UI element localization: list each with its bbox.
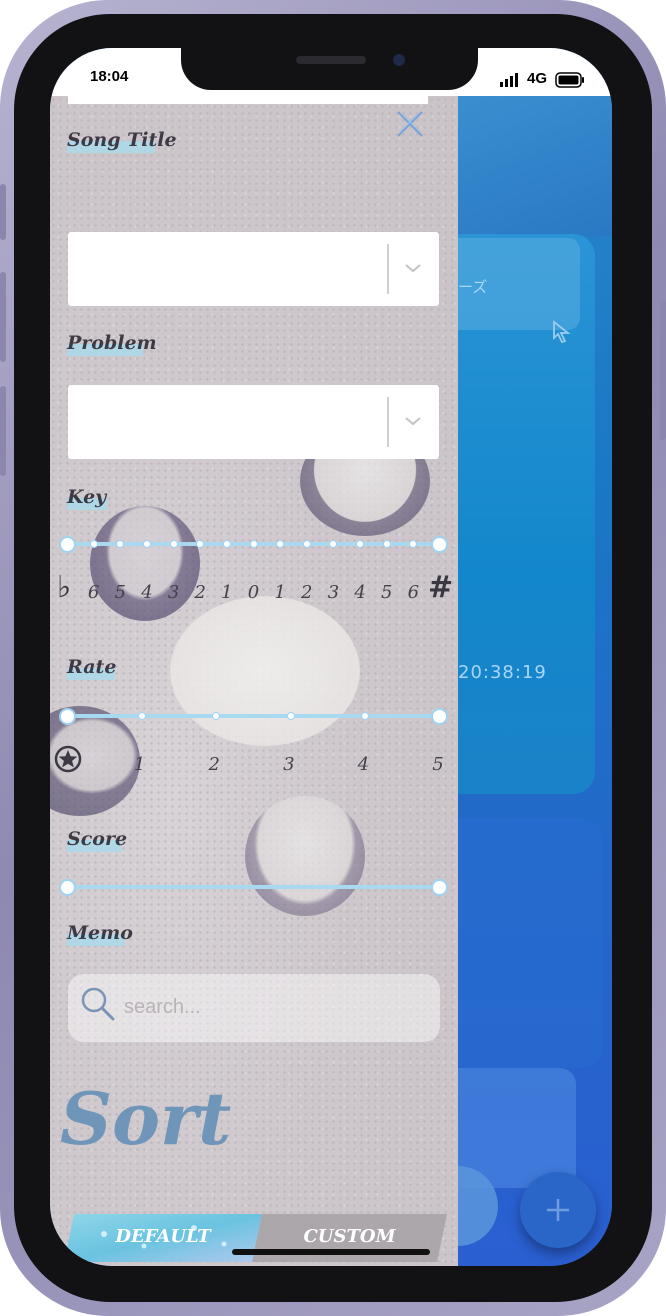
shell-decoration <box>170 596 360 746</box>
problem-select[interactable] <box>68 385 439 459</box>
memo-label: Memo <box>67 922 133 946</box>
notch <box>181 48 478 90</box>
key-slider-step[interactable] <box>222 540 231 548</box>
key-slider-step[interactable] <box>382 540 391 548</box>
background-card-2[interactable] <box>458 818 603 1068</box>
chevron-down-icon <box>405 417 421 426</box>
rate-tick-label: 5 <box>432 754 444 775</box>
key-slider-step[interactable] <box>89 540 98 548</box>
rate-tick-label: 4 <box>357 754 370 775</box>
key-slider-max-handle[interactable] <box>431 536 448 553</box>
key-tick-label: 4 <box>354 582 366 603</box>
rate-tick-label: 2 <box>208 754 220 775</box>
key-tick-label: 4 <box>141 582 153 603</box>
memo-search-input[interactable]: search... <box>68 974 440 1042</box>
volume-up-button <box>0 272 6 362</box>
rate-slider-min-handle[interactable] <box>59 708 76 725</box>
sharp-symbol: # <box>428 570 454 605</box>
rate-slider-step[interactable] <box>286 712 295 720</box>
chevron-down-icon <box>405 264 421 273</box>
song-title-select[interactable] <box>68 232 439 306</box>
key-slider-step[interactable] <box>249 540 258 548</box>
key-tick-label: 0 <box>247 582 260 603</box>
volume-down-button <box>0 386 6 476</box>
problem-label: Problem <box>67 332 157 356</box>
search-icon <box>81 987 115 1021</box>
key-slider-step[interactable] <box>142 540 151 548</box>
background-card-text: ーズ <box>458 278 488 296</box>
status-time: 18:04 <box>90 68 129 85</box>
key-tick-label: 2 <box>301 582 313 603</box>
score-slider-track[interactable] <box>67 885 440 889</box>
sort-default-button[interactable]: DEFAULT <box>64 1214 262 1262</box>
score-slider-min-handle[interactable] <box>59 879 76 896</box>
sort-custom-label: CUSTOM <box>303 1226 396 1247</box>
cursor-icon <box>553 320 571 344</box>
song-title-label: Song Title <box>67 129 177 153</box>
key-tick-label: 1 <box>274 582 286 603</box>
sort-default-label: DEFAULT <box>115 1226 211 1247</box>
key-tick-label: 3 <box>327 582 340 603</box>
key-tick-label: 2 <box>194 582 206 603</box>
key-label: Key <box>67 486 107 510</box>
sort-title: Sort <box>60 1076 232 1161</box>
star-icon <box>54 745 82 773</box>
key-tick-label: 6 <box>407 582 420 603</box>
key-slider-min-handle[interactable] <box>59 536 76 553</box>
rate-slider-track[interactable] <box>67 714 440 718</box>
rate-tick-label: 1 <box>133 754 146 775</box>
plus-icon <box>547 1199 569 1221</box>
close-icon[interactable] <box>392 106 428 142</box>
key-tick-label: 5 <box>380 582 393 603</box>
key-tick-label: 1 <box>221 582 233 603</box>
rate-tick-label: 3 <box>283 754 295 775</box>
search-placeholder: search... <box>124 996 201 1018</box>
key-slider-step[interactable] <box>169 540 178 548</box>
score-label: Score <box>67 828 128 852</box>
network-type: 4G <box>527 70 548 87</box>
signal-icon <box>500 73 518 87</box>
key-slider-step[interactable] <box>302 540 311 548</box>
background-card-time: 20:38:19 <box>458 662 547 683</box>
add-fab[interactable] <box>520 1172 596 1248</box>
rate-slider-step[interactable] <box>137 712 146 720</box>
power-button <box>660 300 666 440</box>
score-slider-max-handle[interactable] <box>431 879 448 896</box>
battery-icon <box>555 72 584 88</box>
mute-switch <box>0 184 6 240</box>
filter-drawer: Song Title Problem Key ♭ # 6543210123456… <box>50 96 458 1266</box>
background-header <box>458 96 612 236</box>
key-tick-label: 6 <box>87 582 100 603</box>
rate-label: Rate <box>67 656 117 680</box>
flat-symbol: ♭ <box>57 570 72 605</box>
rate-slider-max-handle[interactable] <box>431 708 448 725</box>
previous-field[interactable] <box>68 96 428 104</box>
home-indicator[interactable] <box>232 1249 430 1255</box>
shell-decoration <box>90 506 200 621</box>
key-tick-label: 5 <box>114 582 126 603</box>
key-slider-step[interactable] <box>356 540 365 548</box>
shell-decoration <box>245 796 365 916</box>
key-tick-label: 3 <box>167 582 180 603</box>
screen: ーズ 20:38:19 Song Title Problem Key ♭ # 6… <box>50 48 612 1266</box>
